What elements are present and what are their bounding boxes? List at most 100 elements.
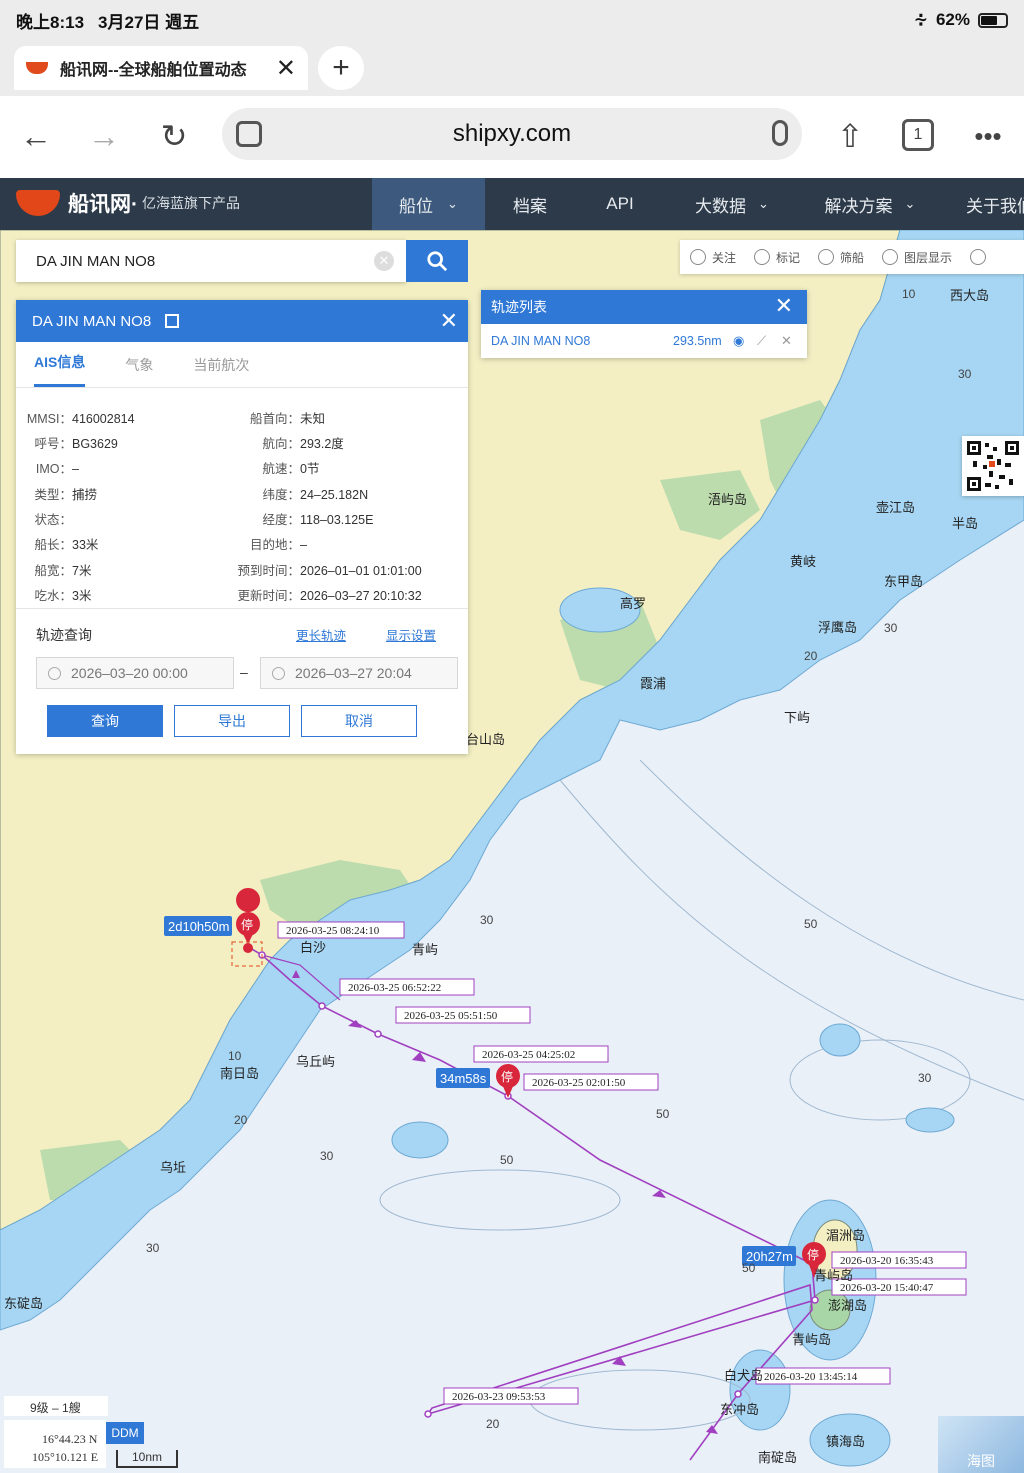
coordinates-readout: 16°44.23 N 105°10.121 E <box>4 1420 106 1468</box>
filter-icon <box>818 249 835 265</box>
longer-track-link[interactable]: 更长轨迹 <box>296 625 346 644</box>
ais-row: 纬度：24–25.182N <box>262 488 369 502</box>
ais-row: 类型：捕捞 <box>34 488 98 502</box>
eye-icon[interactable]: ◉ <box>733 333 749 349</box>
logo-tagline: 亿海蓝旗下产品 <box>142 195 240 211</box>
start-time-field[interactable]: 2026–03–20 00:00 <box>36 657 234 689</box>
lens-icon[interactable] <box>236 121 262 147</box>
ship-panel-tabs: AIS信息 气象 当前航次 <box>16 342 468 388</box>
ais-row: 状态： <box>34 513 72 527</box>
edit-icon[interactable] <box>165 314 180 328</box>
url-field[interactable]: shipxy.com <box>222 108 802 160</box>
svg-text:南碇岛: 南碇岛 <box>758 1450 797 1465</box>
qr-code[interactable] <box>962 436 1024 496</box>
menu-label: 关于我们 <box>966 196 1024 216</box>
cancel-button[interactable]: 取消 <box>301 705 417 737</box>
ship-info-panel: DA JIN MAN NO8 ✕ AIS信息 气象 当前航次 MMSI：4160… <box>16 300 468 754</box>
search-value: DA JIN MAN NO8 <box>36 252 156 270</box>
microphone-icon[interactable] <box>772 120 788 146</box>
back-arrow-icon[interactable]: ← <box>14 114 58 158</box>
ship-search-input[interactable]: DA JIN MAN NO8 ✕ <box>16 240 406 282</box>
svg-text:50: 50 <box>742 1261 756 1275</box>
battery-icon <box>978 12 1008 28</box>
track-list-item[interactable]: DA JIN MAN NO8 293.5nm ◉ ⟋ ✕ <box>481 324 807 358</box>
tab-weather[interactable]: 气象 <box>125 355 153 387</box>
reload-icon[interactable]: ↻ <box>152 114 196 158</box>
browser-tab[interactable]: 船讯网--全球船舶位置动态 ✕ <box>14 46 308 90</box>
track-query-title: 轨迹查询 <box>36 627 92 643</box>
close-panel-icon[interactable]: ✕ <box>440 308 458 334</box>
close-tab-icon[interactable]: ✕ <box>276 54 296 83</box>
track-timestamp: 2026-03-20 13:45:14 <box>764 1371 858 1383</box>
ais-row: 呼号：BG3629 <box>34 437 118 451</box>
stop-pin-label: 停 <box>807 1247 819 1262</box>
menu-label: 档案 <box>513 196 547 216</box>
ais-row: 船长：33米 <box>34 538 99 552</box>
chart-icon[interactable]: ⟋ <box>757 333 773 349</box>
tab-switcher-button[interactable]: 1 <box>902 119 934 151</box>
tool-label: 筛船 <box>840 250 865 265</box>
stop-pin-label: 停 <box>501 1069 513 1084</box>
latitude: 16°44.23 N <box>42 1432 98 1446</box>
forward-arrow-icon[interactable]: → <box>82 114 126 158</box>
menu-api[interactable]: API <box>580 178 660 230</box>
track-timestamp: 2026-03-25 06:52:22 <box>348 982 441 994</box>
menu-label: API <box>606 194 634 213</box>
battery-text: 62% <box>935 10 970 29</box>
status-bar: 晚上8:13 3月27日 週五 ∻ 62% <box>0 0 1024 40</box>
svg-text:白沙: 白沙 <box>300 940 326 955</box>
chart-layer-switch[interactable]: 海图 <box>938 1416 1024 1473</box>
svg-text:白犬岛: 白犬岛 <box>724 1368 763 1383</box>
tab-ais-info[interactable]: AIS信息 <box>34 352 86 387</box>
menu-big-data[interactable]: 大数据 ⌄ <box>672 178 792 230</box>
track-list-header: 轨迹列表 ✕ <box>481 290 807 324</box>
menu-about[interactable]: 关于我们 <box>950 178 1024 230</box>
browser-tab-title: 船讯网--全球船舶位置动态 <box>60 62 247 79</box>
ais-row: 船宽：7米 <box>34 564 92 578</box>
query-button[interactable]: 查询 <box>47 705 163 737</box>
track-timestamp: 2026-03-20 16:35:43 <box>840 1255 934 1267</box>
end-time-field[interactable]: 2026–03–27 20:04 <box>260 657 458 689</box>
export-button[interactable]: 导出 <box>174 705 290 737</box>
share-icon[interactable]: ⇧ <box>828 114 872 158</box>
clear-search-icon[interactable]: ✕ <box>374 251 394 271</box>
chevron-down-icon: ⌄ <box>904 196 916 211</box>
follow-button[interactable]: 关注 <box>690 249 736 266</box>
mark-button[interactable]: 标记 <box>754 249 800 266</box>
svg-text:乌坵: 乌坵 <box>160 1160 186 1175</box>
svg-text:东碇岛: 东碇岛 <box>4 1296 43 1311</box>
svg-text:乌丘屿: 乌丘屿 <box>296 1054 335 1069</box>
stop-duration: 2d10h50m <box>168 919 229 934</box>
coordinate-format-toggle[interactable]: DDM <box>106 1422 144 1444</box>
ais-row: MMSI：416002814 <box>26 412 135 426</box>
map-toolbar: 关注 标记 筛船 图层显示 <box>680 240 1024 274</box>
chevron-down-icon: ⌄ <box>447 196 458 211</box>
track-timestamp: 2026-03-25 04:25:02 <box>482 1049 575 1061</box>
ship-favicon-icon <box>26 62 48 74</box>
status-date: 3月27日 週五 <box>98 12 200 32</box>
tool-label: 关注 <box>712 250 737 265</box>
svg-text:30: 30 <box>480 913 494 927</box>
svg-text:50: 50 <box>804 917 818 931</box>
site-logo[interactable]: 船讯网· 亿海蓝旗下产品 <box>16 188 240 218</box>
menu-solutions[interactable]: 解决方案 ⌄ <box>806 178 934 230</box>
close-track-list-icon[interactable]: ✕ <box>775 293 793 319</box>
qr-code-icon <box>967 441 1019 491</box>
filter-ships-button[interactable]: 筛船 <box>818 249 864 266</box>
star-icon <box>690 249 706 265</box>
tab-current-voyage[interactable]: 当前航次 <box>193 355 249 387</box>
track-timestamp: 2026-03-25 02:01:50 <box>532 1077 626 1089</box>
more-menu-icon[interactable]: ••• <box>966 114 1010 158</box>
menu-archive[interactable]: 档案 <box>490 178 570 230</box>
svg-text:南日岛: 南日岛 <box>220 1066 259 1081</box>
search-button[interactable] <box>406 240 468 282</box>
logo-name: 船讯网· <box>68 193 138 216</box>
menu-ship-position[interactable]: 船位 ⌄ <box>372 178 485 230</box>
close-icon[interactable]: ✕ <box>781 333 797 349</box>
layers-button[interactable]: 图层显示 <box>882 249 952 266</box>
display-settings-link[interactable]: 显示设置 <box>386 625 436 644</box>
new-tab-button[interactable]: + <box>318 46 364 90</box>
more-tools-button[interactable] <box>970 249 992 265</box>
start-time-value: 2026–03–20 00:00 <box>71 665 188 681</box>
track-list-title: 轨迹列表 <box>491 299 547 315</box>
